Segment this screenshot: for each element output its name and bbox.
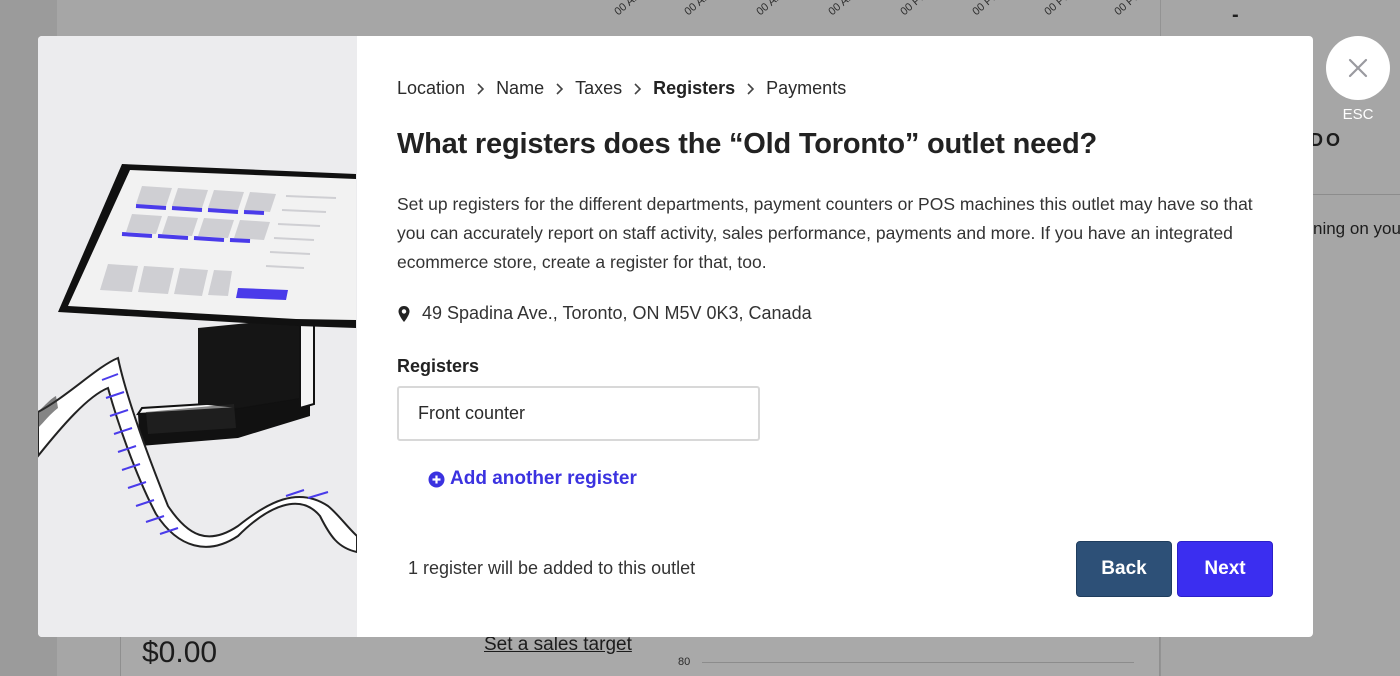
register-count-text: 1 register will be added to this outlet xyxy=(408,558,696,578)
esc-label: ESC xyxy=(1342,106,1374,123)
close-button[interactable] xyxy=(1326,36,1390,100)
add-register-label: Add another register xyxy=(450,468,637,489)
todo-divider xyxy=(1313,194,1400,195)
todo-remaining-text: ning on you xyxy=(1313,219,1400,238)
add-register-button[interactable]: Add another register xyxy=(428,468,637,490)
chevron-right-icon xyxy=(476,82,485,95)
back-button[interactable]: Back xyxy=(1076,541,1172,597)
chevron-right-icon xyxy=(746,82,755,95)
close-icon xyxy=(1348,58,1368,78)
breadcrumb-registers: Registers xyxy=(653,78,736,98)
plus-circle-icon xyxy=(428,471,445,487)
todo-heading: DO xyxy=(1310,130,1343,150)
page-description: Set up registers for the different depar… xyxy=(397,194,1253,272)
chevron-right-icon xyxy=(633,82,642,95)
add-registers-modal: Location Name Taxes Registers Payments W… xyxy=(38,36,1313,637)
page-title: What registers does the “Old Toronto” ou… xyxy=(397,128,1097,160)
background-dash: - xyxy=(1232,4,1239,26)
chevron-right-icon xyxy=(555,82,564,95)
map-pin-icon xyxy=(398,305,410,322)
sales-target-link[interactable]: Set a sales target xyxy=(484,634,632,656)
chart-axis-tick: 80 xyxy=(678,656,691,668)
pos-terminal-image xyxy=(38,164,357,554)
pos-terminal-illustration xyxy=(38,36,357,637)
breadcrumb-location[interactable]: Location xyxy=(397,78,465,99)
outlet-address: 49 Spadina Ave., Toronto, ON M5V 0K3, Ca… xyxy=(397,303,812,324)
address-text: 49 Spadina Ave., Toronto, ON M5V 0K3, Ca… xyxy=(422,303,812,323)
breadcrumb-name[interactable]: Name xyxy=(496,78,544,99)
modal-content: Location Name Taxes Registers Payments W… xyxy=(397,36,1313,637)
registers-label: Registers xyxy=(397,356,480,376)
breadcrumb-payments[interactable]: Payments xyxy=(766,78,846,99)
chart-gridline xyxy=(702,662,1134,663)
breadcrumb-taxes[interactable]: Taxes xyxy=(575,78,622,99)
sales-amount: $0.00 xyxy=(142,636,218,669)
register-name-input[interactable] xyxy=(397,386,760,441)
next-button[interactable]: Next xyxy=(1177,541,1273,597)
breadcrumb: Location Name Taxes Registers Payments xyxy=(397,78,846,99)
